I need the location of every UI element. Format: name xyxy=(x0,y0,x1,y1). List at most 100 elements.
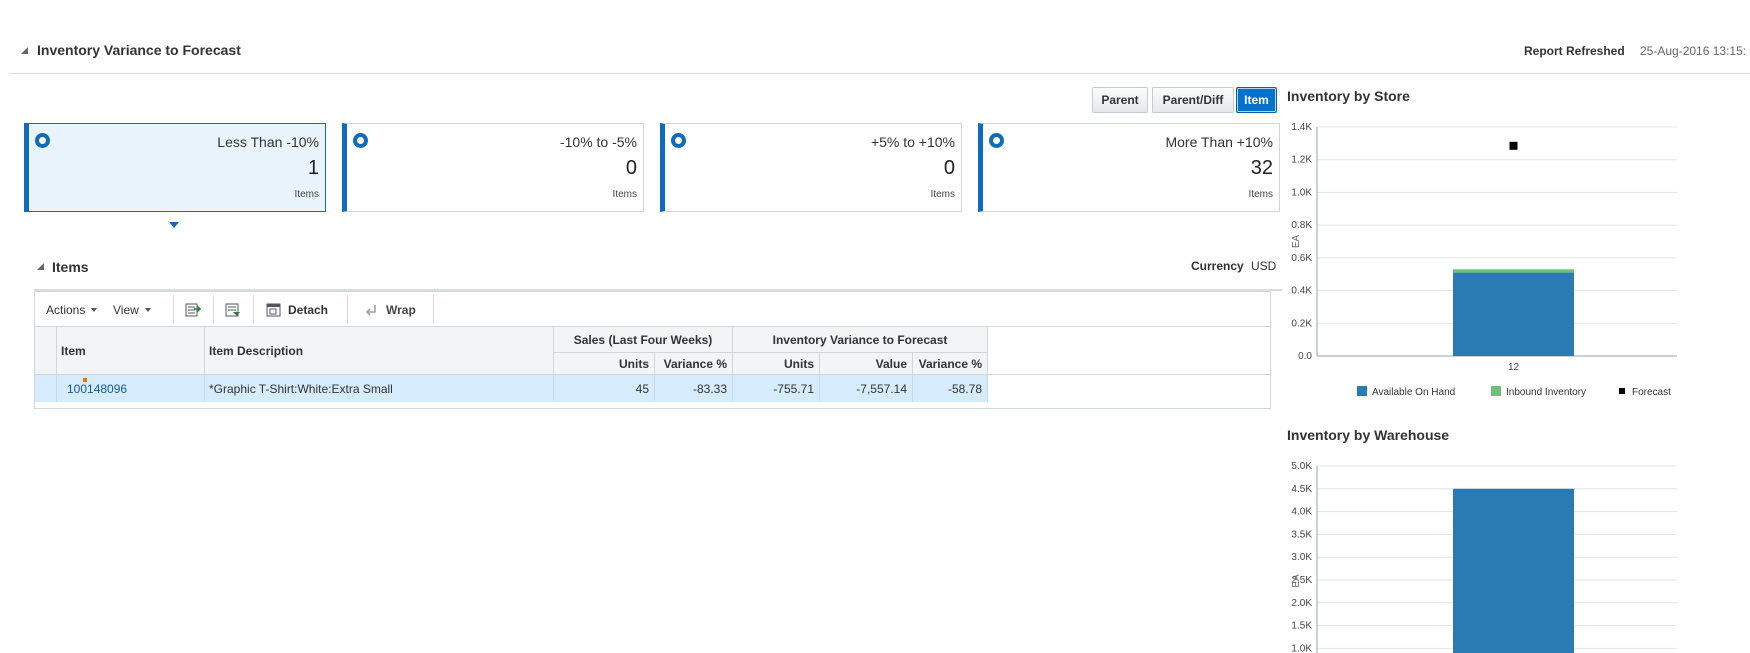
inventory-by-store-chart: 0.0 0.2K 0.4K 0.6K 0.8K 1.0K 1.2K 1.4K EA 12 Avail… xyxy=(1291,122,1677,398)
change-flag-icon xyxy=(83,378,87,382)
radio-icon[interactable] xyxy=(353,133,368,148)
tile-plus-5-to-plus-10[interactable]: +5% to +10% 0 Items xyxy=(660,123,962,212)
header-filler xyxy=(988,327,1270,375)
items-section-title: Items xyxy=(52,259,89,275)
toolbar-separator xyxy=(433,295,434,324)
report-refreshed-label: Report Refreshed xyxy=(1524,44,1625,58)
column-header-inventory-variance[interactable]: Variance % xyxy=(913,353,988,375)
y-tick-label: 0.2K xyxy=(1291,318,1312,329)
detach-button[interactable]: Detach xyxy=(266,292,328,327)
table-toolbar: Actions View Detach Wrap xyxy=(35,292,1270,327)
y-tick-label: 2.0K xyxy=(1291,598,1312,609)
toolbar-separator xyxy=(213,295,214,324)
column-header-item-description[interactable]: Item Description xyxy=(205,327,554,375)
toolbar-separator xyxy=(173,295,174,324)
view-menu[interactable]: View xyxy=(113,292,151,327)
view-menu-label: View xyxy=(113,302,139,317)
legend-swatch xyxy=(1357,386,1367,396)
toolbar-separator xyxy=(347,295,348,324)
column-header-sales-variance[interactable]: Variance % xyxy=(655,353,733,375)
column-group-inventory-variance: Inventory Variance to Forecast xyxy=(733,327,988,353)
tile-label: +5% to +10% xyxy=(870,134,955,150)
legend-label: Inbound Inventory xyxy=(1506,387,1586,398)
y-tick-label: 4.0K xyxy=(1291,507,1312,518)
tile-unit: Items xyxy=(612,189,637,200)
wrap-button-label: Wrap xyxy=(386,302,416,317)
chart-title-inventory-by-warehouse: Inventory by Warehouse xyxy=(1287,427,1450,443)
legend-swatch xyxy=(1491,386,1501,396)
actions-menu[interactable]: Actions xyxy=(46,292,98,327)
y-tick-label: 4.5K xyxy=(1291,484,1312,495)
y-tick-label: 3.5K xyxy=(1291,529,1312,540)
cell-item[interactable]: 100148096 xyxy=(57,375,205,402)
y-axis-label: EA xyxy=(1291,574,1302,588)
bar-available-on-hand xyxy=(1453,488,1574,653)
query-by-example-button[interactable] xyxy=(225,292,247,327)
column-header-sales-units[interactable]: Units xyxy=(554,353,655,375)
item-link[interactable]: 100148096 xyxy=(67,382,127,396)
y-tick-label: 0.6K xyxy=(1291,253,1312,264)
tile-label: -10% to -5% xyxy=(559,134,637,150)
column-group-sales: Sales (Last Four Weeks) xyxy=(554,327,733,353)
y-tick-label: 1.0K xyxy=(1291,643,1312,653)
chart-title-inventory-by-store: Inventory by Store xyxy=(1287,88,1410,104)
chevron-down-icon xyxy=(91,307,98,312)
tile-count: 0 xyxy=(625,157,637,179)
y-tick-label: 3.0K xyxy=(1291,552,1312,563)
bar-available-on-hand xyxy=(1453,272,1574,356)
tile-count: 32 xyxy=(1250,157,1273,179)
row-selector[interactable] xyxy=(35,375,57,402)
legend-label: Forecast xyxy=(1632,387,1671,398)
page-title: Inventory Variance to Forecast xyxy=(37,42,241,58)
parent-button[interactable]: Parent xyxy=(1092,87,1148,113)
radio-selected-icon[interactable] xyxy=(35,133,50,148)
column-header-inventory-value[interactable]: Value xyxy=(820,353,913,375)
query-filter-icon xyxy=(225,303,240,316)
y-tick-label: 0.0 xyxy=(1298,351,1312,362)
detach-icon xyxy=(266,303,281,316)
inventory-by-warehouse-chart: 5.0K4.5K4.0K3.5K3.0K2.5K2.0K1.5K1.0KEA xyxy=(1291,461,1677,653)
tile-unit: Items xyxy=(930,189,955,200)
export-button[interactable] xyxy=(185,292,207,327)
y-axis-label: EA xyxy=(1291,235,1302,249)
cell-inventory-units: -755.71 xyxy=(733,375,820,402)
y-tick-label: 5.0K xyxy=(1291,461,1312,472)
wrap-button[interactable]: Wrap xyxy=(364,292,416,327)
tile-unit: Items xyxy=(294,189,319,200)
column-header-inventory-units[interactable]: Units xyxy=(733,353,820,375)
report-refreshed-date: 25-Aug-2016 13:15: xyxy=(1640,44,1747,58)
radio-icon[interactable] xyxy=(671,133,686,148)
chevron-down-icon xyxy=(144,307,151,312)
y-tick-label: 1.4K xyxy=(1291,122,1312,133)
marker-forecast xyxy=(1509,141,1518,150)
y-tick-label: 0.8K xyxy=(1291,220,1312,231)
detach-button-label: Detach xyxy=(288,302,329,317)
items-collapse-triangle-icon[interactable] xyxy=(37,263,44,270)
cell-sales-variance: -83.33 xyxy=(655,375,733,402)
page-header: Inventory Variance to Forecast Report Re… xyxy=(9,40,1750,74)
parent-diff-button[interactable]: Parent/Diff xyxy=(1152,87,1234,113)
row-selector-header xyxy=(35,327,57,375)
tile-more-than-plus-10[interactable]: More Than +10% 32 Items xyxy=(978,123,1280,212)
cell-item-description: *Graphic T-Shirt:White:Extra Small xyxy=(205,375,554,402)
items-table: Actions View Detach Wrap Item Item Descr… xyxy=(34,291,1271,409)
wrap-icon xyxy=(365,304,376,316)
tile-label: More Than +10% xyxy=(1165,134,1273,150)
radio-icon[interactable] xyxy=(989,133,1004,148)
cell-inventory-value: -7,557.14 xyxy=(820,375,913,402)
collapse-triangle-icon[interactable] xyxy=(21,47,28,54)
bar-inbound-inventory xyxy=(1453,269,1574,273)
tile-count: 1 xyxy=(307,157,319,179)
y-tick-label: 1.0K xyxy=(1291,187,1312,198)
y-tick-label: 0.4K xyxy=(1291,286,1312,297)
column-header-item[interactable]: Item xyxy=(57,327,205,375)
y-tick-label: 1.2K xyxy=(1291,155,1312,166)
tile-minus-10-to-minus-5[interactable]: -10% to -5% 0 Items xyxy=(342,123,644,212)
tile-less-than-minus-10[interactable]: Less Than -10% 1 Items xyxy=(24,123,326,212)
item-button[interactable]: Item xyxy=(1236,87,1277,113)
y-tick-label: 1.5K xyxy=(1291,621,1312,632)
cell-inventory-variance: -58.78 xyxy=(913,375,988,402)
legend-swatch xyxy=(1619,388,1625,394)
toolbar-separator xyxy=(253,295,254,324)
cell-sales-units: 45 xyxy=(554,375,655,402)
